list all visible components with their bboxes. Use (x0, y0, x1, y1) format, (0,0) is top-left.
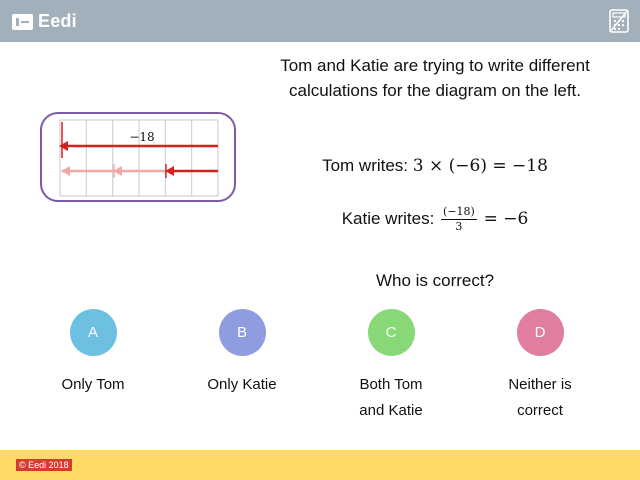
tom-statement: Tom writes: 3 × (−6) = −18 (255, 154, 615, 178)
diagram-label: −18 (129, 130, 154, 144)
katie-fraction: (−18) 3 (441, 205, 477, 234)
option-c[interactable]: C Both Tom and Katie (336, 309, 446, 424)
option-d[interactable]: D Neither is correct (485, 309, 595, 424)
katie-statement: Katie writes: (−18) 3 = −6 (255, 205, 615, 234)
option-c-text[interactable]: Both Tom and Katie (336, 372, 446, 424)
brand-name: Eedi (38, 11, 77, 31)
option-b-bubble[interactable]: B (218, 309, 266, 356)
option-a-text[interactable]: Only Tom (38, 372, 148, 398)
option-a[interactable]: A Only Tom (38, 309, 148, 398)
option-d-letter: D (534, 324, 546, 341)
question-intro: Tom and Katie are trying to write differ… (280, 56, 590, 100)
option-b-text[interactable]: Only Katie (187, 372, 297, 398)
katie-numerator: (−18) (441, 205, 477, 220)
calculator-icon[interactable] (608, 9, 630, 33)
option-d-text[interactable]: Neither is correct (485, 372, 595, 424)
diagram-canvas: −18 (59, 119, 219, 197)
tom-prefix: Tom writes: (322, 156, 409, 175)
tom-calculation: 3 × (−6) = −18 (412, 156, 548, 176)
eedi-logo-icon (12, 13, 33, 30)
katie-result: = −6 (483, 208, 529, 229)
header-bar: Eedi (0, 0, 640, 42)
number-line-diagram: −18 (40, 112, 236, 202)
option-a-bubble[interactable]: A (69, 309, 117, 356)
option-b[interactable]: B Only Katie (187, 309, 297, 398)
option-a-letter: A (87, 324, 98, 341)
option-c-letter: C (385, 324, 397, 341)
footer-bar: © Eedi 2018 (0, 450, 640, 480)
option-c-bubble[interactable]: C (367, 309, 415, 356)
copyright-notice: © Eedi 2018 (16, 459, 72, 471)
option-d-bubble[interactable]: D (516, 309, 564, 356)
katie-prefix: Katie writes: (341, 208, 435, 228)
question-prompt: Who is correct? (375, 271, 495, 290)
brand: Eedi (12, 11, 77, 32)
katie-denominator: 3 (455, 220, 463, 233)
option-b-letter: B (236, 324, 247, 341)
